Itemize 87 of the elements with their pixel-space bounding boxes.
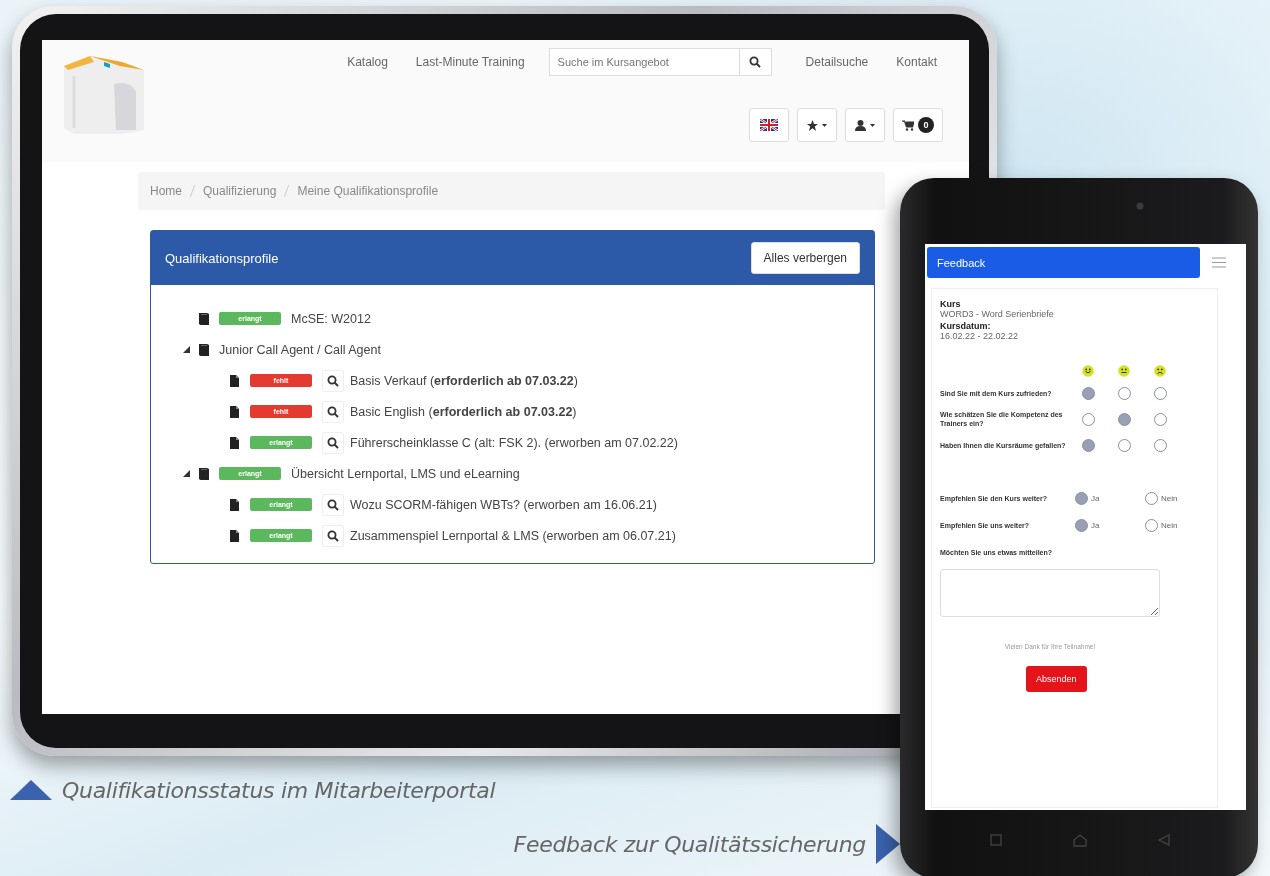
expanded-caret-icon (182, 470, 190, 477)
tree-item-label: Basis Verkauf (erforderlich ab 07.03.22) (350, 373, 578, 388)
nav-link[interactable]: Detailsuche (791, 55, 883, 69)
rating-radio[interactable] (1081, 438, 1095, 452)
rating-radio[interactable] (1117, 412, 1131, 426)
file-icon (230, 436, 239, 449)
choice-label: Nein (1161, 520, 1178, 530)
hide-all-button[interactable]: Alles verbergen (750, 242, 860, 274)
rating-radio[interactable] (1081, 387, 1095, 400)
smiley-icon (1118, 365, 1130, 377)
panel-title: Qualifikationsprofile (165, 250, 279, 266)
nav-link[interactable]: Katalog (333, 55, 402, 69)
cart-count: 0 (918, 117, 934, 133)
book-icon (199, 312, 209, 325)
smiley-icon (1082, 365, 1094, 377)
tree-item-label: McSE: W2012 (291, 311, 371, 326)
camera-icon (1136, 202, 1144, 210)
breadcrumb-link[interactable]: Home (150, 184, 182, 198)
tree-item-label: Basic English (erforderlich ab 07.03.22) (350, 404, 577, 419)
menu-icon[interactable] (1212, 257, 1226, 268)
choice-label: Ja (1091, 493, 1100, 503)
comment-field[interactable] (940, 569, 1160, 618)
rating-radio[interactable] (1117, 387, 1131, 400)
choice-label: Nein (1161, 493, 1178, 503)
details-button[interactable] (322, 493, 344, 516)
tree-item-label: Übersicht Lernportal, LMS und eLearning (291, 466, 520, 481)
triangle-right-icon (876, 824, 900, 864)
nav-link[interactable]: Kontakt (882, 55, 951, 69)
choice-radio[interactable] (1145, 491, 1158, 505)
file-icon (230, 498, 239, 511)
search-icon (327, 529, 339, 542)
course-name: WORD3 - Word Serienbriefe (940, 309, 1055, 319)
search-icon (327, 374, 339, 387)
course-label: Kurs (940, 299, 962, 309)
rating-radio[interactable] (1153, 387, 1167, 400)
rating-radio[interactable] (1153, 412, 1167, 426)
rating-radio[interactable] (1153, 438, 1167, 452)
details-button[interactable] (322, 524, 344, 547)
cart-icon (902, 119, 914, 131)
search-icon (327, 405, 339, 418)
home-key-icon[interactable] (1073, 834, 1087, 847)
expanded-caret-icon (182, 346, 190, 353)
book-icon (199, 343, 209, 356)
submit-button[interactable]: Absenden (1026, 666, 1087, 693)
smiley-icon (1154, 365, 1166, 377)
favorites-button[interactable] (797, 108, 837, 142)
choice-radio[interactable] (1075, 491, 1088, 505)
back-key-icon[interactable] (1157, 834, 1170, 846)
details-button[interactable] (322, 400, 344, 423)
date-label: Kursdatum: (940, 321, 992, 331)
search-icon (327, 498, 339, 511)
search-field[interactable]: Suche im Kursangebot (548, 48, 739, 76)
book-icon (199, 467, 209, 480)
caret-icon (822, 123, 827, 127)
search-icon (749, 56, 762, 68)
course-date: 16.02.22 - 22.02.22 (940, 331, 1020, 341)
search-icon (327, 436, 339, 449)
tree-item-label: Zusammenspiel Lernportal & LMS (erworben am 06.07.21) (350, 528, 676, 543)
square-key-icon[interactable] (990, 834, 1003, 846)
user-icon (855, 119, 866, 131)
caret-icon (870, 123, 875, 127)
file-icon (230, 374, 239, 387)
choice-label: Ja (1091, 520, 1100, 530)
caption-text: Qualifikationsstatus im Mitarbeiterportal (62, 777, 496, 803)
rating-radio[interactable] (1117, 438, 1131, 452)
triangle-up-icon (10, 780, 52, 800)
nav-link[interactable]: Last-Minute Training (401, 55, 539, 69)
caption-text: Feedback zur Qualitätssicherung (513, 831, 866, 857)
breadcrumb-link[interactable]: Qualifizierung (203, 184, 277, 198)
breadcrumb-link[interactable]: Meine Qualifikationsprofile (297, 184, 439, 198)
language-button[interactable] (749, 108, 789, 142)
tree-item-label: Führerscheinklasse C (alt: FSK 2). (erworben am 07.02.22) (350, 435, 678, 450)
search-button[interactable] (738, 48, 772, 76)
cart-button[interactable]: 0 (893, 108, 943, 142)
details-button[interactable] (322, 369, 344, 392)
feedback-header: Feedback (927, 247, 1200, 278)
user-button[interactable] (845, 108, 885, 142)
choice-radio[interactable] (1075, 518, 1088, 532)
file-icon (230, 529, 239, 542)
choice-radio[interactable] (1145, 518, 1158, 532)
star-icon (807, 119, 818, 131)
details-button[interactable] (322, 431, 344, 454)
rating-radio[interactable] (1081, 412, 1095, 426)
tree-item-label: Junior Call Agent / Call Agent (219, 342, 381, 357)
tree-item-label: Wozu SCORM-fähigen WBTs? (erworben am 16.06.21) (350, 497, 657, 512)
flag-icon (760, 119, 778, 131)
file-icon (230, 405, 239, 418)
